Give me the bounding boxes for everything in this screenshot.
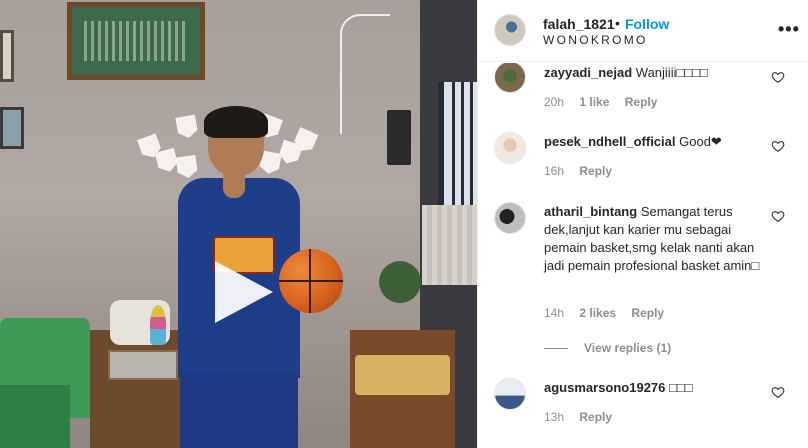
like-heart-icon[interactable] [771, 209, 785, 223]
header-separator: • [615, 15, 620, 31]
video-wall-picture [0, 107, 24, 149]
view-replies-label: View replies (1) [584, 341, 672, 355]
post-side-panel: falah_1821 • Follow WONOKROMO ••• zayyad… [477, 0, 808, 448]
video-basketball [279, 249, 343, 313]
comments-list[interactable]: zayyadi_nejad Wanjiiii□□□□ 20h 1 like Re… [478, 63, 808, 448]
commenter-username[interactable]: atharil_bintang [544, 204, 637, 219]
comment-text: Good❤ [679, 134, 722, 149]
video-wall-cable [340, 14, 390, 134]
reply-button[interactable]: Reply [579, 164, 612, 178]
follow-button[interactable]: Follow [625, 16, 669, 32]
reply-button[interactable]: Reply [579, 410, 612, 424]
video-boy-thumb-up [223, 168, 245, 198]
reply-button[interactable]: Reply [631, 306, 664, 320]
video-wall-frame-left [0, 30, 14, 82]
like-heart-icon[interactable] [771, 385, 785, 399]
video-green-chair-front [0, 385, 70, 448]
comment-timestamp[interactable]: 14h [544, 306, 564, 320]
commenter-username[interactable]: zayyadi_nejad [544, 65, 632, 80]
commenter-username[interactable]: pesek_ndhell_official [544, 134, 676, 149]
video-cabinet [90, 330, 190, 448]
video-glass-shelf [108, 350, 178, 380]
like-heart-icon[interactable] [771, 139, 785, 153]
play-icon[interactable] [207, 257, 277, 327]
comment-likes[interactable]: 2 likes [579, 306, 616, 320]
comment-timestamp[interactable]: 20h [544, 95, 564, 109]
post-header: falah_1821 • Follow WONOKROMO ••• [478, 0, 808, 62]
commenter-username[interactable]: agusmarsono19276 [544, 380, 665, 395]
commenter-avatar[interactable] [494, 132, 526, 164]
comment-timestamp[interactable]: 13h [544, 410, 564, 424]
video-electric-meter [387, 110, 411, 165]
post-media-video[interactable] [0, 0, 477, 448]
video-sofa-cushion [355, 355, 450, 395]
comment-text: Wanjiiii□□□□ [635, 65, 708, 80]
comment-likes[interactable]: 1 like [579, 95, 609, 109]
video-window-bars [446, 82, 477, 212]
video-curtain [422, 205, 477, 285]
video-boy-hair [204, 106, 268, 138]
view-replies-button[interactable]: View replies (1) [544, 341, 671, 355]
like-heart-icon[interactable] [771, 70, 785, 84]
commenter-avatar[interactable] [494, 63, 526, 93]
video-plant [370, 240, 430, 310]
author-avatar[interactable] [494, 14, 526, 46]
more-options-icon[interactable]: ••• [778, 20, 800, 38]
comment-timestamp[interactable]: 16h [544, 164, 564, 178]
author-username[interactable]: falah_1821 [543, 16, 615, 32]
video-wall-frame [67, 2, 205, 80]
post-location[interactable]: WONOKROMO [543, 33, 648, 47]
video-stacking-toy [150, 305, 166, 345]
comment-text: □□□ [669, 380, 693, 395]
reply-button[interactable]: Reply [625, 95, 658, 109]
video-boy-shorts [180, 372, 298, 448]
commenter-avatar[interactable] [494, 378, 526, 410]
view-replies-line [544, 348, 568, 350]
commenter-avatar[interactable] [494, 202, 526, 234]
